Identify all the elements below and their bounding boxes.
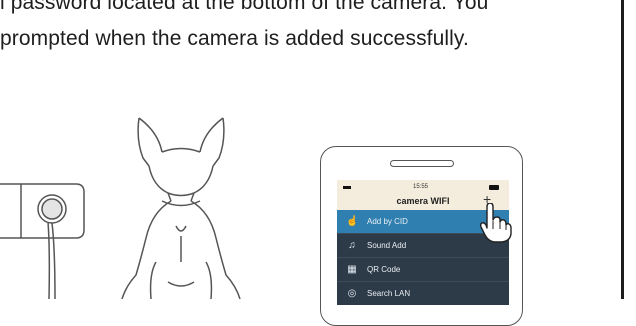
hand-cursor-icon — [479, 203, 512, 243]
search-lan-icon: ◎ — [347, 288, 357, 299]
qr-code-icon: ▦ — [347, 264, 357, 275]
menu-item-label: Search LAN — [367, 289, 411, 298]
hand-pointer-icon: ☝ — [346, 216, 359, 227]
sound-wave-icon: ♫ — [348, 240, 356, 251]
menu-item-search-lan[interactable]: ◎ Search LAN — [337, 282, 509, 305]
signal-icon — [343, 186, 351, 189]
menu-item-label: Add by CID — [367, 217, 408, 226]
menu-item-label: QR Code — [367, 265, 401, 274]
menu-item-qr-code[interactable]: ▦ QR Code — [337, 258, 509, 282]
battery-icon — [489, 185, 499, 190]
status-time: 15:55 — [413, 184, 429, 190]
camera-socket-illustration — [0, 183, 85, 299]
phone-speaker — [390, 160, 454, 167]
dog-illustration — [121, 117, 241, 299]
menu-item-label: Sound Add — [367, 241, 407, 250]
